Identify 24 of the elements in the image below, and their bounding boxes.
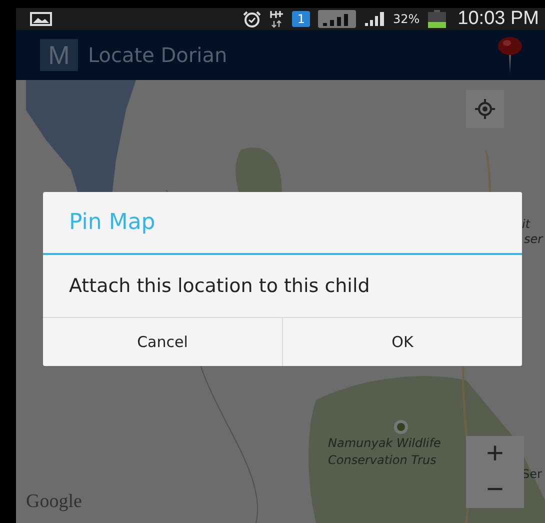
network-type-icon: [269, 10, 286, 28]
dialog-message: Attach this location to this child: [43, 255, 522, 318]
crosshair-icon: [474, 98, 496, 120]
map-place-label: Conservation Trus: [328, 453, 436, 468]
image-icon: [30, 11, 52, 27]
app-title: Locate Dorian: [88, 43, 228, 67]
alarm-clock-icon: [242, 10, 262, 28]
park-marker-icon: [393, 419, 409, 435]
notification-badge: 1: [292, 11, 310, 27]
zoom-out-button[interactable]: −: [466, 472, 524, 508]
google-attribution: Google: [26, 494, 82, 509]
dialog-button[interactable]: OK: [282, 318, 522, 366]
map-place-label: Namunyak Wildlife: [328, 436, 441, 451]
app-logo[interactable]: M: [40, 39, 78, 71]
map-place-label: ser: [524, 232, 543, 247]
signal-strength-icon: [364, 11, 386, 27]
clock-time: 10:03 PM: [458, 8, 539, 30]
my-location-button[interactable]: [466, 90, 504, 128]
map-place-label: it: [522, 217, 530, 232]
dialog-button[interactable]: Cancel: [43, 318, 282, 366]
zoom-in-button[interactable]: +: [466, 436, 524, 472]
battery-icon: [426, 10, 447, 28]
battery-percentage: 32%: [393, 12, 420, 26]
dialog-title: Pin Map: [43, 192, 522, 255]
